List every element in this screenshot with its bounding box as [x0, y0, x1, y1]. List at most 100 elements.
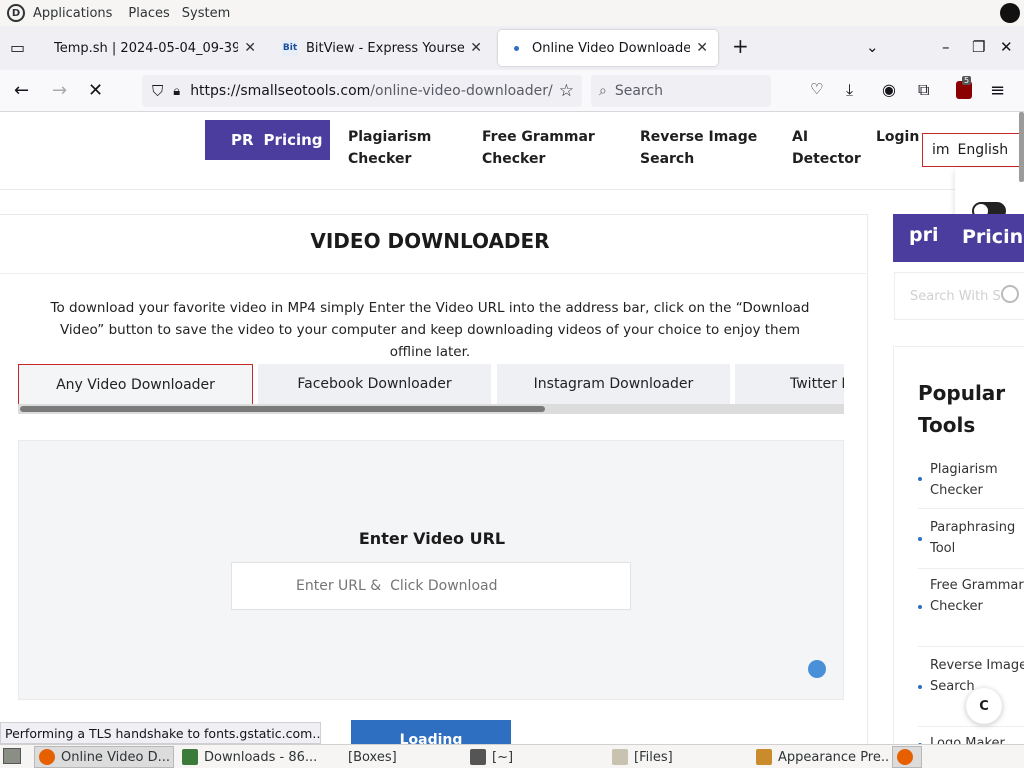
tab-bitview[interactable]: Bit BitView - Express Yourself. ✕ [272, 30, 492, 66]
tab-overview-icon[interactable]: ▭ [10, 38, 25, 57]
firefox-icon [897, 749, 913, 765]
tab-instagram-downloader[interactable]: Instagram Downloader [497, 364, 730, 404]
tool-label: Logo Maker [930, 736, 1005, 744]
status-tooltip: Performing a TLS handshake to fonts.gsta… [0, 722, 321, 744]
search-icon[interactable] [1001, 285, 1019, 303]
account-icon[interactable]: ◉ [882, 80, 896, 99]
maximize-icon[interactable]: ❐ [972, 38, 985, 56]
scrollbar-thumb[interactable] [20, 406, 545, 412]
places-menu[interactable]: Places [128, 6, 169, 21]
tab-twitter-downloader[interactable]: Twitter D [735, 364, 844, 404]
taskbar-terminal[interactable]: [~] [466, 746, 606, 768]
page-content: PR Pricing Plagiarism Checker Free Gramm… [0, 112, 1024, 744]
downloads-icon[interactable]: ⤓ [846, 80, 853, 100]
popular-tools-title: Popular Tools [918, 381, 1006, 437]
show-desktop-icon[interactable] [3, 748, 21, 764]
taskbar-downloads[interactable]: Downloads - 86... [178, 746, 318, 768]
tab-title: BitView - Express Yourself. [306, 40, 465, 56]
pocket-icon[interactable]: ♡ [810, 80, 823, 98]
tab-online-video-downloader[interactable]: Online Video Downloader - ... ✕ [498, 30, 718, 66]
applications-menu[interactable]: Applications [33, 6, 112, 21]
description: To download your favorite video in MP4 s… [50, 300, 810, 360]
popular-tool-link[interactable]: Free Grammar Checker [918, 575, 1024, 647]
task-label: [Boxes] [348, 749, 397, 765]
bitview-favicon-icon: Bit [282, 40, 298, 56]
url-input-panel: Enter Video URL [18, 440, 844, 700]
indicator-icon[interactable] [1000, 3, 1020, 23]
popular-tool-link[interactable]: Plagiarism Checker [918, 457, 1024, 509]
video-url-input[interactable] [231, 562, 631, 610]
extensions-icon[interactable]: ⧉ [918, 80, 929, 100]
language-select[interactable]: im English [922, 133, 1022, 167]
task-label: Online Video D... [61, 749, 171, 765]
menu-plagiarism-checker[interactable]: Plagiarism Checker [348, 126, 431, 170]
bookmark-star-icon[interactable]: ☆ [559, 81, 574, 101]
navigation-bar: ← → ✕ ⛉ 🔒︎ https://smallseotools.com/onl… [0, 70, 1024, 112]
terminal-icon [470, 749, 486, 765]
extension-badge: 5 [962, 76, 972, 85]
close-window-icon[interactable]: ✕ [1000, 38, 1013, 56]
download-button[interactable]: Loading [351, 720, 511, 744]
task-label: [Files] [634, 749, 673, 765]
login-link[interactable]: Login [876, 126, 919, 148]
search-placeholder: Search [614, 83, 663, 99]
sidebar-search-input[interactable]: Search With S [894, 272, 1024, 320]
taskbar-appearance[interactable]: Appearance Pre... [752, 746, 888, 768]
new-tab-button[interactable]: + [732, 34, 749, 58]
chat-widget-button[interactable]: C [966, 688, 1002, 724]
distro-logo-icon[interactable]: D [7, 4, 25, 22]
taskbar-firefox-2[interactable] [892, 746, 922, 768]
top-panel: D Applications Places System [0, 0, 1024, 26]
pricing-button[interactable]: PR Pricing [205, 120, 330, 160]
taskbar-firefox[interactable]: Online Video D... [34, 746, 174, 768]
tool-label: Free Grammar Checker [930, 578, 1024, 614]
popular-tools-card: Popular Tools Plagiarism Checker Paraphr… [893, 346, 1024, 744]
pricing-label: Pricing [962, 226, 1024, 248]
sidebar-search-placeholder: Search With S [910, 288, 1001, 304]
page-title: VIDEO DOWNLOADER [310, 229, 550, 253]
sidebar-pricing-banner[interactable]: pri Pricing [893, 214, 1024, 262]
close-tab-icon[interactable]: ✕ [696, 40, 708, 56]
menu-line: Detector [792, 151, 861, 167]
back-icon[interactable]: ← [14, 80, 29, 101]
menu-reverse-image-search[interactable]: Reverse Image Search [640, 126, 757, 170]
transmission-icon [182, 749, 198, 765]
language-label: English [957, 142, 1009, 158]
appearance-icon [756, 749, 772, 765]
tabs-scrollbar[interactable] [18, 404, 844, 414]
page-scrollbar[interactable] [1019, 112, 1024, 182]
url-path: /online-video-downloader/ [370, 83, 553, 99]
menu-icon[interactable]: ≡ [990, 80, 1005, 101]
enter-url-label: Enter Video URL [358, 529, 506, 548]
lock-icon[interactable]: 🔒︎ [173, 84, 180, 99]
menu-free-grammar-checker[interactable]: Free Grammar Checker [482, 126, 595, 170]
boxes-icon [326, 749, 342, 765]
menu-line: Checker [482, 151, 546, 167]
menu-ai-detector[interactable]: AI Detector [792, 126, 861, 170]
url-bar[interactable]: ⛉ 🔒︎ https://smallseotools.com/online-vi… [142, 75, 582, 107]
task-label: Downloads - 86... [204, 749, 318, 765]
popular-tool-link[interactable]: Paraphrasing Tool [918, 517, 1024, 569]
tab-any-video-downloader[interactable]: Any Video Downloader [18, 364, 253, 404]
close-tab-icon[interactable]: ✕ [244, 40, 256, 56]
language-flag: im [932, 142, 950, 158]
loading-spinner-icon [808, 660, 826, 678]
tab-temp-sh[interactable]: Temp.sh | 2024-05-04_09-39-... ✕ [44, 30, 266, 66]
system-menu[interactable]: System [182, 6, 230, 21]
menu-line: Free Grammar [482, 129, 595, 145]
task-label: [~] [492, 749, 514, 765]
close-tab-icon[interactable]: ✕ [470, 40, 482, 56]
tracking-protection-icon[interactable]: ⛉ [152, 82, 163, 100]
list-all-tabs-icon[interactable]: ⌄ [866, 38, 879, 56]
bullet-icon [918, 477, 922, 481]
tab-facebook-downloader[interactable]: Facebook Downloader [258, 364, 491, 404]
taskbar-files[interactable]: [Files] [608, 746, 748, 768]
minimize-icon[interactable]: – [942, 38, 950, 56]
search-bar[interactable]: ⌕ Search [591, 75, 771, 107]
bullet-icon [918, 605, 922, 609]
taskbar-boxes[interactable]: [Boxes] [322, 746, 462, 768]
forward-icon[interactable]: → [52, 80, 67, 101]
popular-tool-link[interactable]: Logo Maker [918, 733, 1024, 744]
tool-label: Paraphrasing Tool [930, 520, 1016, 556]
stop-loading-icon[interactable]: ✕ [88, 80, 103, 101]
